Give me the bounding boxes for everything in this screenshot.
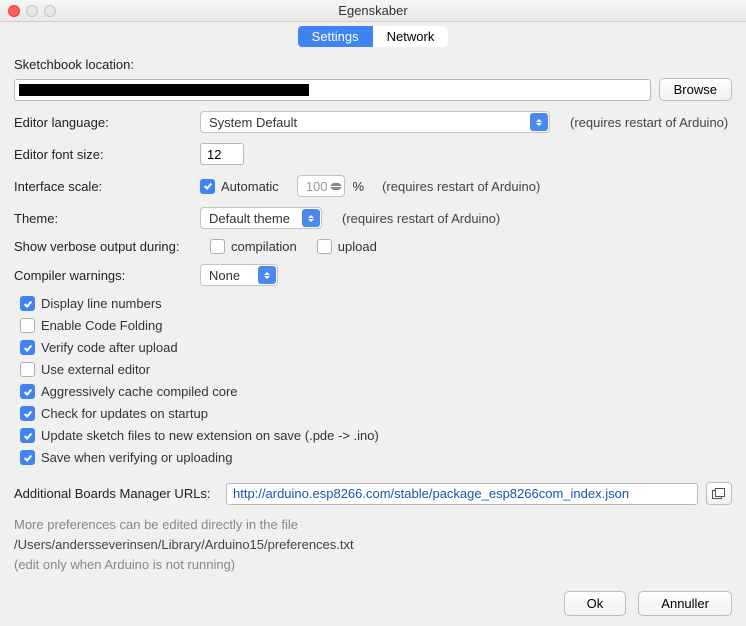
font-size-input[interactable]: [200, 143, 244, 165]
theme-hint: (requires restart of Arduino): [342, 211, 500, 226]
opt-label: Display line numbers: [41, 296, 162, 311]
external-editor-checkbox[interactable]: Use external editor: [20, 362, 150, 377]
window-title: Egenskaber: [338, 3, 407, 18]
tab-row: Settings Network: [0, 22, 746, 47]
scale-hint: (requires restart of Arduino): [382, 179, 540, 194]
opt-label: Use external editor: [41, 362, 150, 377]
tab-network[interactable]: Network: [373, 26, 449, 47]
theme-value: Default theme: [209, 211, 290, 226]
checkbox-icon: [20, 340, 35, 355]
enable-code-folding-checkbox[interactable]: Enable Code Folding: [20, 318, 162, 333]
checkbox-icon: [20, 296, 35, 311]
editor-language-label: Editor language:: [14, 115, 192, 130]
update-extension-checkbox[interactable]: Update sketch files to new extension on …: [20, 428, 379, 443]
verbose-compilation-checkbox[interactable]: compilation: [210, 239, 297, 254]
stepper-arrows-icon: [330, 178, 342, 194]
interface-scale-label: Interface scale:: [14, 179, 192, 194]
opt-label: Verify code after upload: [41, 340, 178, 355]
verify-after-upload-checkbox[interactable]: Verify code after upload: [20, 340, 178, 355]
save-on-verify-checkbox[interactable]: Save when verifying or uploading: [20, 450, 233, 465]
font-size-label: Editor font size:: [14, 147, 192, 162]
verbose-upload-label: upload: [338, 239, 377, 254]
sketchbook-label: Sketchbook location:: [14, 57, 732, 72]
checkbox-icon: [20, 318, 35, 333]
window-icon: [712, 488, 726, 500]
automatic-scale-label: Automatic: [221, 179, 279, 194]
scale-percent-stepper[interactable]: 100: [297, 175, 345, 197]
titlebar: Egenskaber: [0, 0, 746, 22]
cancel-button[interactable]: Annuller: [638, 591, 732, 616]
theme-select[interactable]: Default theme: [200, 207, 322, 229]
sketchbook-path-input[interactable]: [14, 79, 651, 101]
options-list: Display line numbers Enable Code Folding…: [20, 296, 732, 472]
window-controls: [8, 5, 56, 17]
dropdown-arrows-icon: [258, 266, 276, 284]
verbose-upload-checkbox[interactable]: upload: [317, 239, 377, 254]
scale-percent-value: 100: [306, 179, 328, 194]
settings-panel: Sketchbook location: Browse Editor langu…: [0, 47, 746, 581]
dialog-buttons: Ok Annuller: [0, 581, 746, 626]
compiler-warnings-value: None: [209, 268, 240, 283]
expand-urls-button[interactable]: [706, 482, 732, 505]
checkbox-icon: [20, 406, 35, 421]
checkbox-icon: [20, 362, 35, 377]
checkbox-icon: [210, 239, 225, 254]
check-updates-checkbox[interactable]: Check for updates on startup: [20, 406, 208, 421]
dropdown-arrows-icon: [530, 113, 548, 131]
checkbox-icon: [317, 239, 332, 254]
tab-settings[interactable]: Settings: [298, 26, 373, 47]
verbose-label: Show verbose output during:: [14, 239, 202, 254]
checkbox-icon: [20, 384, 35, 399]
editor-language-value: System Default: [209, 115, 297, 130]
tab-segment: Settings Network: [298, 26, 449, 47]
browse-button[interactable]: Browse: [659, 78, 732, 101]
opt-label: Enable Code Folding: [41, 318, 162, 333]
footer-line1: More preferences can be edited directly …: [14, 515, 732, 535]
opt-label: Save when verifying or uploading: [41, 450, 233, 465]
cache-core-checkbox[interactable]: Aggressively cache compiled core: [20, 384, 238, 399]
maximize-icon[interactable]: [44, 5, 56, 17]
theme-label: Theme:: [14, 211, 192, 226]
opt-label: Check for updates on startup: [41, 406, 208, 421]
sketchbook-path-redacted: [19, 84, 309, 96]
automatic-scale-checkbox[interactable]: Automatic: [200, 179, 279, 194]
checkbox-icon: [200, 179, 215, 194]
verbose-compilation-label: compilation: [231, 239, 297, 254]
ok-button[interactable]: Ok: [564, 591, 627, 616]
dropdown-arrows-icon: [302, 209, 320, 227]
minimize-icon[interactable]: [26, 5, 38, 17]
preferences-file-path[interactable]: /Users/andersseverinsen/Library/Arduino1…: [14, 535, 732, 555]
close-icon[interactable]: [8, 5, 20, 17]
checkbox-icon: [20, 428, 35, 443]
compiler-warnings-label: Compiler warnings:: [14, 268, 192, 283]
opt-label: Update sketch files to new extension on …: [41, 428, 379, 443]
compiler-warnings-select[interactable]: None: [200, 264, 278, 286]
boards-urls-label: Additional Boards Manager URLs:: [14, 486, 218, 501]
checkbox-icon: [20, 450, 35, 465]
display-line-numbers-checkbox[interactable]: Display line numbers: [20, 296, 162, 311]
footer-line3: (edit only when Arduino is not running): [14, 555, 732, 575]
opt-label: Aggressively cache compiled core: [41, 384, 238, 399]
editor-language-select[interactable]: System Default: [200, 111, 550, 133]
footer-note: More preferences can be edited directly …: [14, 515, 732, 575]
scale-percent-suffix: %: [353, 179, 365, 194]
boards-urls-input[interactable]: [226, 483, 698, 505]
editor-language-hint: (requires restart of Arduino): [570, 115, 728, 130]
